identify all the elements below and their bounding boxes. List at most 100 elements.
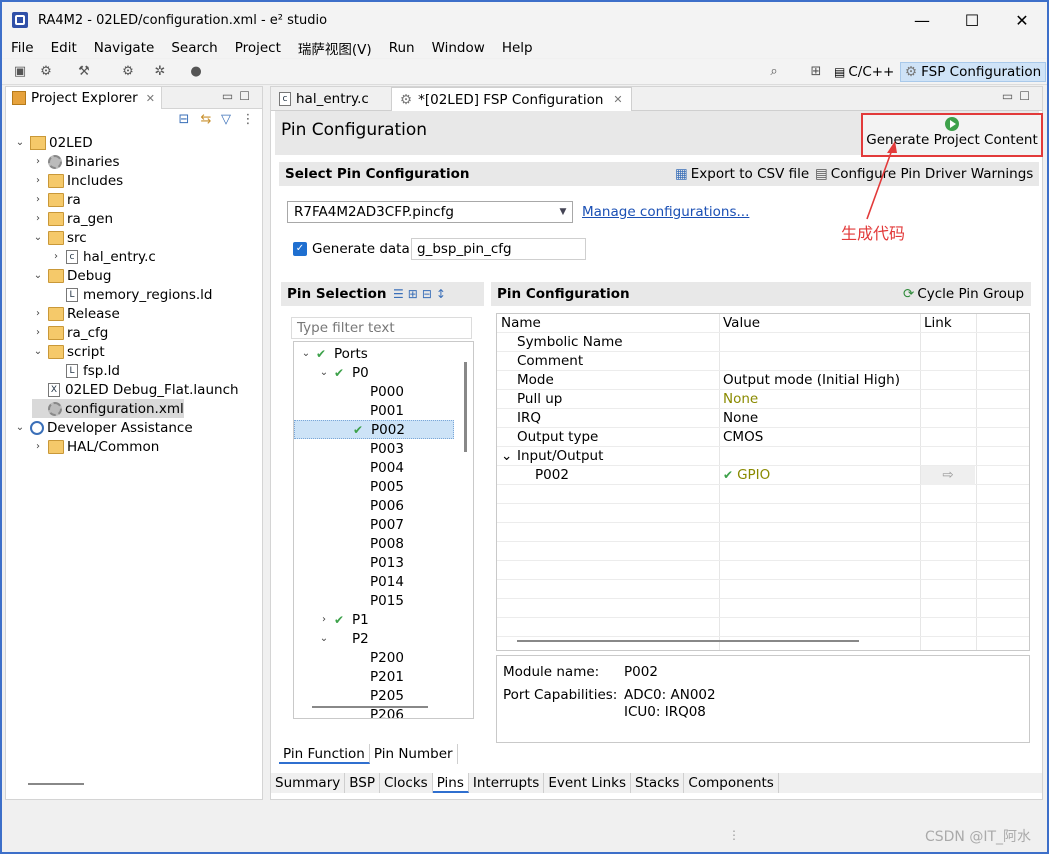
table-row[interactable] [497, 561, 1029, 580]
tree-item-memory-regions-ld[interactable]: Lmemory_regions.ld [50, 285, 213, 304]
pin-tree-item[interactable]: ⌄ P2 [294, 629, 454, 648]
table-row[interactable]: Output type CMOS [497, 428, 1029, 447]
pin-selection-toolbar-icons[interactable]: ☰⊞⊟↕ [393, 287, 450, 301]
generate-data-input[interactable]: g_bsp_pin_cfg [411, 238, 586, 260]
menu-run[interactable]: Run [380, 40, 423, 56]
chevron-down-icon[interactable]: ▼ [556, 203, 570, 221]
tree-item-ra-gen[interactable]: › ra_gen [32, 209, 113, 228]
search-icon[interactable]: ⌕ [766, 64, 782, 80]
tree-item-fsp-ld[interactable]: Lfsp.ld [50, 361, 120, 380]
tree-item-script[interactable]: ⌄ script [32, 342, 105, 361]
table-row[interactable] [497, 580, 1029, 599]
pin-tree-item[interactable]: P201 [294, 667, 454, 686]
table-row[interactable]: Mode Output mode (Initial High) [497, 371, 1029, 390]
pin-tree-vertical-scrollbar[interactable] [464, 362, 467, 452]
tab-stacks[interactable]: Stacks [631, 773, 685, 793]
save-icon[interactable]: ▣ [12, 64, 28, 80]
build-config-icon[interactable]: ⚙ [38, 64, 54, 80]
open-perspective-icon[interactable]: ⊞ [808, 64, 824, 80]
twisty-icon[interactable]: ⌄ [318, 633, 330, 644]
twisty-icon[interactable]: ⌄ [32, 270, 44, 281]
filter-input[interactable]: Type filter text [291, 317, 472, 339]
pin-tree-item[interactable]: P004 [294, 458, 454, 477]
table-row[interactable] [497, 523, 1029, 542]
menu-file[interactable]: File [2, 40, 42, 56]
table-row[interactable] [497, 618, 1029, 637]
perspective-fsp[interactable]: ⚙ FSP Configuration [900, 62, 1047, 82]
tree-item-hal-common[interactable]: › HAL/Common [32, 437, 159, 456]
tab-pin-function[interactable]: Pin Function [279, 744, 370, 764]
export-csv-button[interactable]: ▦ Export to CSV file [675, 166, 809, 182]
pin-tree-item[interactable]: P000 [294, 382, 454, 401]
perspective-cpp[interactable]: ▤ C/C++ [834, 62, 894, 82]
editor-minimize-maximize-icons[interactable]: ▭☐ [1002, 89, 1036, 103]
minimize-maximize-icons[interactable]: ▭☐ [222, 89, 256, 103]
twisty-icon[interactable]: ⌄ [32, 346, 44, 357]
tab-components[interactable]: Components [684, 773, 779, 793]
horizontal-scrollbar[interactable] [28, 783, 84, 785]
tab-pins[interactable]: Pins [432, 773, 469, 793]
column-value[interactable]: Value [723, 314, 760, 333]
twisty-icon[interactable]: › [32, 327, 44, 338]
twisty-icon[interactable]: › [32, 156, 44, 167]
tree-item-hal-entry-c[interactable]: › c hal_entry.c [50, 247, 156, 266]
pin-tree-item[interactable]: ⌄ ✔ P0 [294, 363, 454, 382]
pin-tree-item[interactable]: ✔ P002 [294, 420, 454, 439]
menu-window[interactable]: Window [423, 40, 493, 56]
tab-bsp[interactable]: BSP [345, 773, 380, 793]
pin-tree-item[interactable]: P007 [294, 515, 454, 534]
table-row[interactable]: ⇨ P002 ✔ GPIO [497, 466, 1029, 485]
view-menu-icon[interactable]: ⋮ [240, 112, 256, 128]
twisty-icon[interactable]: › [32, 213, 44, 224]
table-row[interactable]: Pull up None [497, 390, 1029, 409]
pin-tree-item[interactable]: P005 [294, 477, 454, 496]
twisty-icon[interactable]: › [318, 614, 330, 625]
twisty-icon[interactable]: ⌄ [501, 447, 512, 466]
minimize-button[interactable]: — [897, 2, 947, 38]
pin-tree-item[interactable]: P015 [294, 591, 454, 610]
menu-help[interactable]: Help [493, 40, 541, 56]
tree-item-debug[interactable]: ⌄ Debug [32, 266, 112, 285]
menu-renesas-view[interactable]: 瑞萨视图(V) [289, 38, 380, 58]
twisty-icon[interactable]: › [32, 441, 44, 452]
tree-item-02led[interactable]: ⌄ 02LED [14, 133, 93, 152]
close-button[interactable]: ✕ [997, 2, 1047, 38]
tab-interrupts[interactable]: Interrupts [469, 773, 545, 793]
table-row[interactable] [497, 485, 1029, 504]
twisty-icon[interactable]: › [50, 251, 62, 262]
collapse-all-icon[interactable]: ⊟ [176, 112, 192, 128]
table-row[interactable] [497, 599, 1029, 618]
tab-hal-entry[interactable]: c hal_entry.c [271, 87, 377, 111]
pin-tree-item[interactable]: P008 [294, 534, 454, 553]
twisty-icon[interactable]: › [32, 175, 44, 186]
menu-navigate[interactable]: Navigate [85, 40, 163, 56]
cycle-pin-group-button[interactable]: ⟳ Cycle Pin Group [903, 286, 1024, 302]
build-hammer-icon[interactable]: ⚒ [76, 64, 92, 80]
generate-data-checkbox[interactable]: ✓ [293, 242, 307, 256]
tree-item-ra[interactable]: › ra [32, 190, 81, 209]
pin-tree-item[interactable]: P014 [294, 572, 454, 591]
pin-tree-horizontal-scrollbar[interactable] [312, 706, 428, 708]
tree-item-ra-cfg[interactable]: › ra_cfg [32, 323, 108, 342]
link-arrow-icon[interactable]: ⇨ [921, 466, 975, 485]
tab-clocks[interactable]: Clocks [380, 773, 433, 793]
tree-item-release[interactable]: › Release [32, 304, 120, 323]
tab-summary[interactable]: Summary [271, 773, 346, 793]
maximize-button[interactable]: ☐ [947, 2, 997, 38]
tab-fsp-configuration[interactable]: ⚙ *[02LED] FSP Configuration ✕ [391, 87, 632, 111]
manage-configurations-link[interactable]: Manage configurations... [582, 204, 749, 220]
menu-project[interactable]: Project [226, 40, 289, 56]
project-explorer-tab[interactable]: Project Explorer ✕ [6, 87, 162, 109]
twisty-icon[interactable]: ⌄ [300, 348, 312, 359]
table-row[interactable]: IRQ None [497, 409, 1029, 428]
close-icon[interactable]: ✕ [613, 93, 622, 106]
tab-pin-number[interactable]: Pin Number [370, 744, 458, 764]
twisty-icon[interactable]: ⌄ [14, 422, 26, 433]
run-icon[interactable]: ● [188, 64, 204, 80]
column-link[interactable]: Link [924, 314, 952, 333]
table-horizontal-scrollbar[interactable] [517, 640, 859, 642]
table-row[interactable] [497, 542, 1029, 561]
pincfg-select[interactable]: R7FA4M2AD3CFP.pincfg ▼ [287, 201, 573, 223]
filter-icon[interactable]: ▽ [218, 112, 234, 128]
pin-tree-item[interactable]: P006 [294, 496, 454, 515]
